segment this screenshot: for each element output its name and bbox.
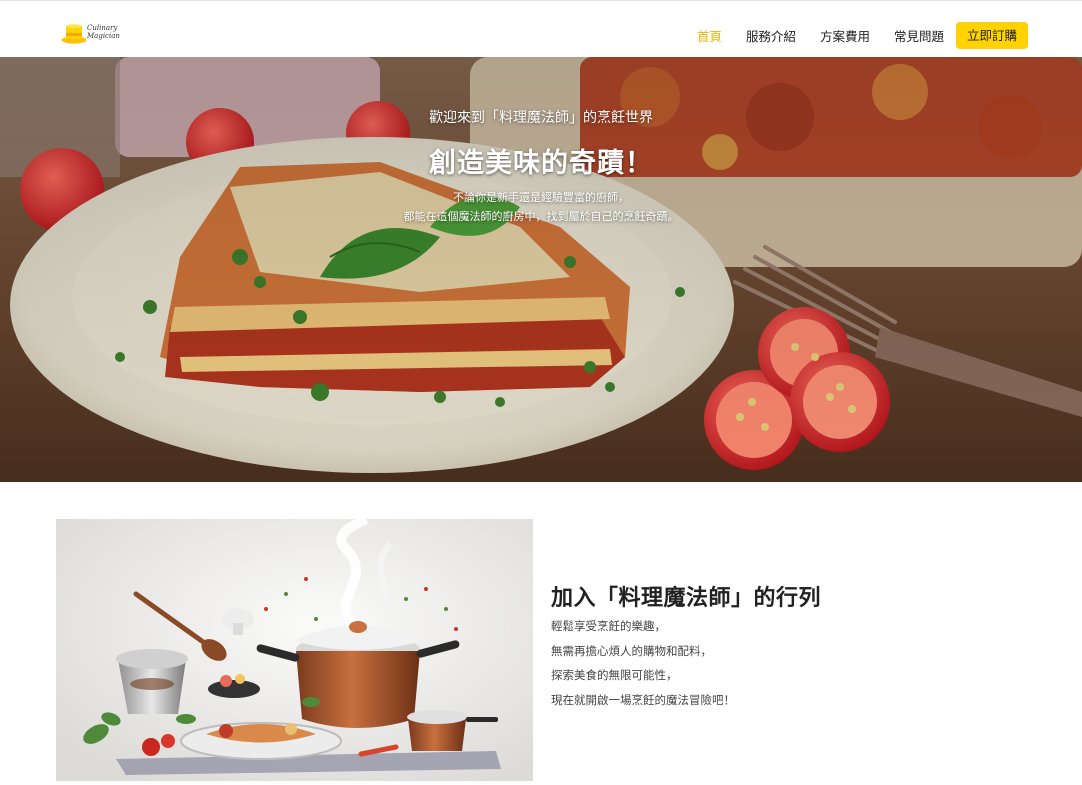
brand-name: Culinary Magician <box>87 24 120 40</box>
join-line: 無需再擔心煩人的購物和配料， <box>551 643 712 658</box>
nav-faq[interactable]: 常見問題 <box>894 26 944 45</box>
hero-title: 創造美味的奇蹟！ <box>429 148 653 179</box>
join-title: 加入「料理魔法師」的行列 <box>551 586 822 611</box>
join-description: 輕鬆享受烹飪的樂趣， 無需再擔心煩人的購物和配料， 探索美食的無限可能性， 現在… <box>551 618 735 716</box>
nav-pricing[interactable]: 方案費用 <box>820 26 870 45</box>
hero-description-line1: 不論你是新手還是經驗豐富的廚師， <box>453 191 629 204</box>
top-hat-icon <box>61 24 87 44</box>
hero-description-line2: 都能在這個魔法師的廚房中，找到屬於自己的烹飪奇蹟。 <box>403 210 679 223</box>
join-line: 輕鬆享受烹飪的樂趣， <box>551 619 666 633</box>
hero-banner: 歡迎來到「料理魔法師」的烹飪世界 創造美味的奇蹟！ 不論你是新手還是經驗豐富的廚… <box>0 57 1082 482</box>
join-line: 現在就開啟一場烹飪的魔法冒險吧！ <box>551 692 735 707</box>
brand-logo[interactable]: Culinary Magician <box>61 21 123 49</box>
order-now-button[interactable]: 立即訂購 <box>955 21 1028 49</box>
cooking-pot-illustration <box>56 519 533 781</box>
nav-home[interactable]: 首頁 <box>697 26 722 45</box>
nav-services[interactable]: 服務介紹 <box>746 26 796 45</box>
brand-line1: Culinary <box>87 24 118 32</box>
hero-welcome: 歡迎來到「料理魔法師」的烹飪世界 <box>429 110 653 126</box>
main-nav: 首頁 服務介紹 方案費用 常見問題 立即訂購 <box>673 21 1028 49</box>
join-line: 探索美食的無限可能性， <box>551 668 678 682</box>
navbar: Culinary Magician 首頁 服務介紹 方案費用 常見問題 立即訂購 <box>0 0 1082 57</box>
brand-line2: Magician <box>87 32 120 40</box>
